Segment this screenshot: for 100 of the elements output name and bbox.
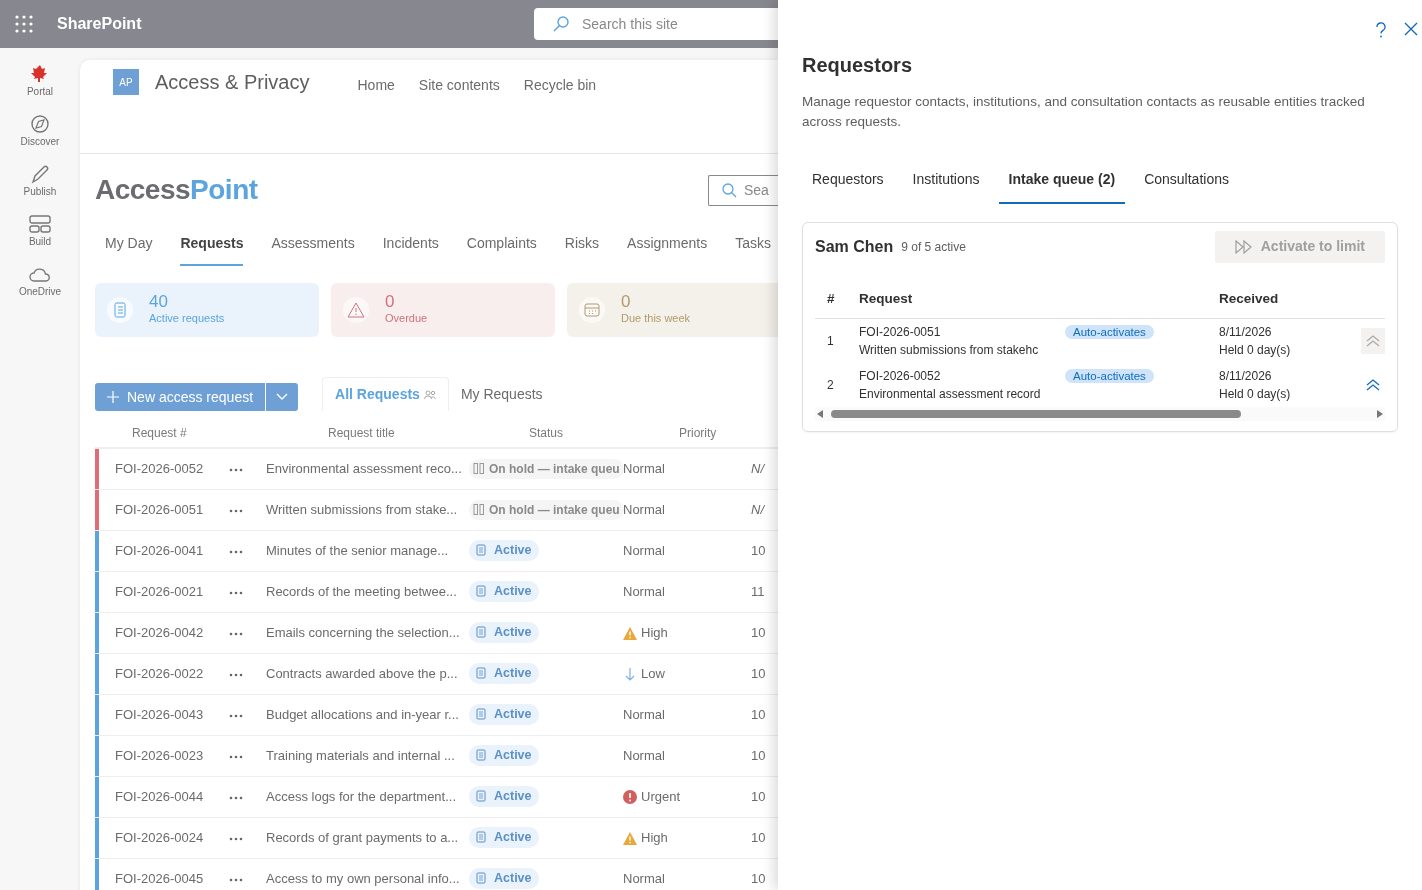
column-header[interactable]: Request title bbox=[305, 424, 508, 442]
alert-icon bbox=[623, 790, 637, 804]
request-number[interactable]: FOI-2026-0052 bbox=[859, 366, 1049, 385]
request-number[interactable]: FOI-2026-0045 bbox=[99, 869, 229, 889]
request-title[interactable]: Contracts awarded above the p... bbox=[266, 664, 469, 684]
tab[interactable]: Tasks bbox=[735, 233, 771, 266]
request-title[interactable]: Written submissions from stake... bbox=[266, 500, 469, 520]
request-number[interactable]: FOI-2026-0051 bbox=[99, 500, 229, 520]
panel-title: Requestors bbox=[802, 53, 914, 78]
request-title[interactable]: Environmental assessment reco... bbox=[266, 459, 469, 479]
request-number[interactable]: FOI-2026-0024 bbox=[99, 828, 229, 848]
row-number: 2 bbox=[826, 376, 835, 394]
more-icon[interactable] bbox=[229, 508, 243, 513]
request-number[interactable]: FOI-2026-0042 bbox=[99, 623, 229, 643]
column-header[interactable]: Received bbox=[1219, 289, 1349, 310]
tab[interactable]: Institutions bbox=[902, 168, 990, 204]
request-title[interactable]: Emails concerning the selection... bbox=[266, 623, 469, 643]
request-number[interactable]: FOI-2026-0023 bbox=[99, 746, 229, 766]
status-pill: Active bbox=[469, 868, 539, 889]
more-icon[interactable] bbox=[229, 672, 243, 677]
request-title[interactable]: Access logs for the department... bbox=[266, 787, 469, 807]
rail-label[interactable]: Build bbox=[28, 234, 52, 249]
more-icon[interactable] bbox=[229, 713, 243, 718]
request-number[interactable]: FOI-2026-0043 bbox=[99, 705, 229, 725]
stat-label: Active requests bbox=[149, 311, 225, 327]
request-number[interactable]: FOI-2026-0022 bbox=[99, 664, 229, 684]
more-icon[interactable] bbox=[229, 877, 243, 882]
list-icon bbox=[476, 667, 486, 680]
tab[interactable]: Requestors bbox=[802, 168, 894, 204]
rail-label[interactable]: Publish bbox=[23, 184, 57, 199]
column-header[interactable]: Request # bbox=[95, 424, 305, 442]
search-field[interactable]: Search this site bbox=[534, 8, 778, 40]
column-value: 11 bbox=[750, 583, 765, 602]
nav-link-item[interactable]: Site contents bbox=[418, 75, 500, 96]
nav-link-item[interactable]: Home bbox=[357, 75, 395, 96]
request-title[interactable]: Training materials and internal ... bbox=[266, 746, 469, 766]
tab[interactable]: Risks bbox=[564, 233, 600, 266]
column-value: 10 bbox=[750, 665, 766, 684]
more-icon[interactable] bbox=[229, 795, 243, 800]
request-number[interactable]: FOI-2026-0044 bbox=[99, 787, 229, 807]
tab[interactable]: Assessments bbox=[271, 233, 355, 266]
more-icon[interactable] bbox=[229, 631, 243, 636]
tab[interactable]: Consultations bbox=[1134, 168, 1239, 204]
people-icon bbox=[423, 390, 436, 401]
request-title[interactable]: Budget allocations and in-year r... bbox=[266, 705, 469, 725]
more-icon[interactable] bbox=[229, 754, 243, 759]
tab[interactable]: Incidents bbox=[382, 233, 439, 266]
dropdown-button[interactable] bbox=[266, 383, 299, 411]
rail-label[interactable]: OneDrive bbox=[18, 284, 62, 299]
view-tab[interactable]: My Requests bbox=[448, 378, 555, 411]
warning-icon bbox=[623, 626, 637, 640]
plus-icon bbox=[107, 391, 119, 403]
request-number[interactable]: FOI-2026-0052 bbox=[99, 459, 229, 479]
help-icon[interactable] bbox=[1374, 22, 1388, 38]
status-pill: Active bbox=[469, 786, 539, 807]
more-icon[interactable] bbox=[229, 836, 243, 841]
column-value: 10 bbox=[750, 706, 766, 725]
app-name[interactable]: SharePoint bbox=[57, 12, 142, 36]
request-title[interactable]: Records of the meeting betwee... bbox=[266, 582, 469, 602]
priority-label: High bbox=[641, 624, 668, 643]
more-icon[interactable] bbox=[229, 467, 243, 472]
tab[interactable]: Requests bbox=[180, 233, 244, 266]
active-count: 9 of 5 active bbox=[901, 238, 966, 256]
priority-label: Normal bbox=[623, 501, 665, 520]
rail-label[interactable]: Portal bbox=[26, 84, 54, 99]
column-header[interactable]: # bbox=[815, 289, 859, 310]
tab[interactable]: My Day bbox=[105, 233, 153, 266]
column-header[interactable]: Priority bbox=[658, 424, 778, 442]
compass-icon[interactable] bbox=[29, 114, 51, 134]
request-number[interactable]: FOI-2026-0051 bbox=[859, 322, 1049, 341]
app-launcher-icon[interactable] bbox=[15, 15, 33, 33]
list-icon bbox=[476, 585, 486, 598]
held-days: Held 0 day(s) bbox=[1219, 340, 1349, 359]
request-title[interactable]: Records of grant payments to a... bbox=[266, 828, 469, 848]
pen-icon[interactable] bbox=[29, 164, 51, 184]
column-header[interactable]: Request bbox=[859, 289, 1219, 310]
column-header[interactable]: Status bbox=[508, 424, 658, 442]
list-icon bbox=[476, 749, 486, 762]
close-icon[interactable] bbox=[1404, 22, 1418, 36]
request-title[interactable]: Minutes of the senior manage... bbox=[266, 541, 469, 561]
priority-label: Normal bbox=[623, 583, 665, 602]
more-icon[interactable] bbox=[229, 590, 243, 595]
status-pill: Active bbox=[469, 745, 539, 766]
request-number[interactable]: FOI-2026-0021 bbox=[99, 582, 229, 602]
site-title[interactable]: Access & Privacy bbox=[155, 67, 310, 97]
status-pill: Active bbox=[469, 581, 539, 602]
horizontal-scrollbar[interactable] bbox=[815, 406, 1385, 421]
tab[interactable]: Intake queue (2) bbox=[998, 168, 1126, 204]
more-icon[interactable] bbox=[229, 549, 243, 554]
search-icon bbox=[552, 15, 570, 33]
list-icon bbox=[476, 708, 486, 721]
layout-icon[interactable] bbox=[29, 214, 51, 234]
request-title[interactable]: Access to my own personal info... bbox=[266, 869, 469, 889]
tab[interactable]: Assignments bbox=[627, 233, 708, 266]
stat-value: 0 bbox=[621, 293, 632, 311]
column-value: 10 bbox=[750, 829, 766, 848]
tab[interactable]: Complaints bbox=[466, 233, 537, 266]
nav-link-item[interactable]: Recycle bin bbox=[523, 75, 597, 96]
request-number[interactable]: FOI-2026-0041 bbox=[99, 541, 229, 561]
rail-label[interactable]: Discover bbox=[20, 134, 60, 149]
